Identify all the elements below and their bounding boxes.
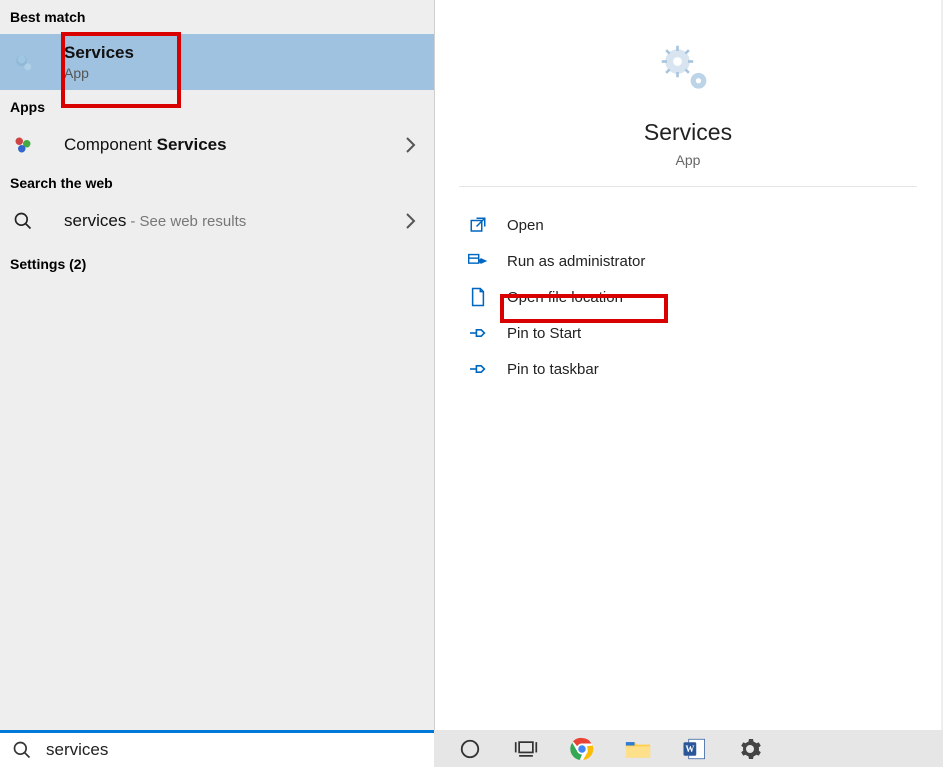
search-icon <box>0 740 44 760</box>
search-icon <box>12 210 34 232</box>
action-open[interactable]: Open <box>449 207 927 243</box>
result-services-app[interactable]: Services App <box>0 34 434 90</box>
action-pin-taskbar[interactable]: Pin to taskbar <box>449 351 927 387</box>
web-suffix: - See web results <box>130 213 246 230</box>
result-subtitle: App <box>64 65 134 81</box>
svg-text:W: W <box>685 744 694 754</box>
word-icon[interactable]: W <box>666 730 722 767</box>
action-open-location[interactable]: Open file location <box>449 279 927 315</box>
action-label: Open file location <box>507 289 623 306</box>
apps-item-bold: Services <box>157 135 227 154</box>
result-title: Services <box>64 43 134 63</box>
result-component-services[interactable]: Component Services <box>0 124 434 166</box>
file-location-icon <box>465 287 491 307</box>
result-search-web[interactable]: services - See web results <box>0 200 434 242</box>
settings-gear-icon[interactable] <box>722 730 778 767</box>
pin-icon <box>465 359 491 379</box>
action-pin-start[interactable]: Pin to Start <box>449 315 927 351</box>
cortana-icon[interactable] <box>442 730 498 767</box>
chrome-icon[interactable] <box>554 730 610 767</box>
apps-item-prefix: Component <box>64 135 157 154</box>
component-services-icon <box>12 134 34 156</box>
file-explorer-icon[interactable] <box>610 730 666 767</box>
chevron-right-icon[interactable] <box>404 136 416 154</box>
detail-subtitle: App <box>676 152 701 168</box>
chevron-right-icon[interactable] <box>404 212 416 230</box>
services-icon <box>12 51 34 73</box>
results-pane: Best match Services App Apps Component S… <box>0 0 434 730</box>
action-label: Open <box>507 217 544 234</box>
detail-header: Services App <box>459 0 917 187</box>
detail-pane: Services App Open Run as administrator O… <box>434 0 941 730</box>
search-input[interactable] <box>44 732 434 767</box>
services-large-icon <box>660 44 716 103</box>
action-label: Pin to taskbar <box>507 361 599 378</box>
settings-heading[interactable]: Settings (2) <box>0 242 434 281</box>
best-match-heading: Best match <box>0 0 434 34</box>
shield-run-icon <box>465 251 491 271</box>
action-label: Pin to Start <box>507 325 581 342</box>
taskbar: W <box>434 730 943 767</box>
actions-list: Open Run as administrator Open file loca… <box>435 187 941 407</box>
search-bar[interactable] <box>0 730 434 767</box>
open-icon <box>465 215 491 235</box>
search-web-heading: Search the web <box>0 166 434 200</box>
detail-title: Services <box>644 119 732 146</box>
action-label: Run as administrator <box>507 253 645 270</box>
task-view-icon[interactable] <box>498 730 554 767</box>
apps-heading: Apps <box>0 90 434 124</box>
action-run-admin[interactable]: Run as administrator <box>449 243 927 279</box>
web-query: services <box>64 211 126 231</box>
pin-icon <box>465 323 491 343</box>
